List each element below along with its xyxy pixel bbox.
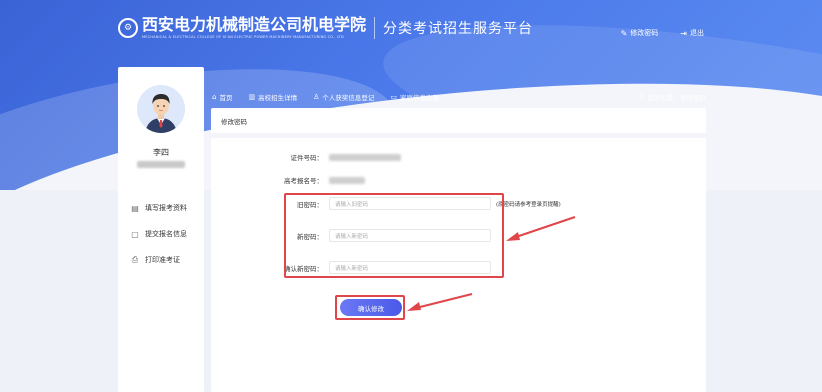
breadcrumb-label: 您的位置：修改密码 [647,94,707,102]
exam-no-value-redacted [329,176,365,184]
tab-label: 家庭信息完善 [399,94,439,102]
school-name: 西安电力机械制造公司机电学院 [142,15,367,34]
brand-divider [374,16,376,39]
school-name-en: MECHANICAL & ELECTRICAL COLLEGE OF XI'AN… [142,35,344,39]
sidebar-item-print-ticket[interactable]: ⎙ 打印准考证 [130,247,187,273]
tab-label: 首页 [219,94,233,102]
exam-no-row: 高考报名号： [211,175,365,185]
id-card-icon: ▤ [131,203,139,213]
sidebar: 李四 ▤ 填写报考资料 ▢ 提交报名信息 ⎙ 打印准考证 [118,67,204,392]
logout-icon: ⇥ [680,28,687,38]
sidebar-item-label: 打印准考证 [145,256,180,264]
id-number-value-redacted [329,153,401,161]
location-icon: ♙ [638,93,645,101]
avatar [137,85,185,133]
sidebar-item-fill-info[interactable]: ▤ 填写报考资料 [130,195,187,221]
divider [211,133,706,138]
logout-link[interactable]: ⇥ 退出 [680,28,704,38]
platform-name: 分类考试招生服务平台 [383,20,534,37]
top-nav: ⌂ 首页 ▥ 高校招生详情 ♙ 个人获奖信息登记 ▭ 家庭信息完善 ♙ 您的位置… [212,92,706,102]
old-password-hint: (原密码请参考登录页提醒) [496,201,561,208]
book-icon: ▥ [248,93,256,101]
form-icon: ▢ [131,229,139,239]
user-id-redacted [137,161,185,168]
brand: ⚙ 西安电力机械制造公司机电学院 MECHANICAL & ELECTRICAL… [118,16,533,39]
sidebar-item-label: 提交报名信息 [145,230,187,238]
home-icon: ⌂ [212,93,217,101]
breadcrumb: ♙ 您的位置：修改密码 [638,92,706,102]
sidebar-menu: ▤ 填写报考资料 ▢ 提交报名信息 ⎙ 打印准考证 [130,195,187,273]
logout-label: 退出 [690,29,704,37]
tab-admission-details[interactable]: ▥ 高校招生详情 [248,92,297,102]
sidebar-item-submit-info[interactable]: ▢ 提交报名信息 [130,221,187,247]
edit-icon: ✎ [620,28,628,38]
user-name: 李四 [153,148,169,157]
change-password-link[interactable]: ✎ 修改密码 [621,28,659,38]
tab-label: 个人获奖信息登记 [322,94,375,102]
tab-label: 高校招生详情 [258,94,298,102]
id-number-row: 证件号码： [211,152,401,162]
change-password-label: 修改密码 [630,29,659,37]
tab-family-info[interactable]: ▭ 家庭信息完善 [390,92,439,102]
header-actions: ✎ 修改密码 ⇥ 退出 [621,28,704,38]
sidebar-item-label: 填写报考资料 [145,204,187,212]
school-logo-icon: ⚙ [118,17,138,38]
exam-no-label: 高考报名号： [284,177,323,185]
annotation-box-fields [284,193,504,278]
id-number-label: 证件号码： [290,154,324,162]
page-title: 修改密码 [221,118,247,126]
family-icon: ▭ [390,93,397,101]
confirm-change-button[interactable]: 确认修改 [340,299,402,316]
printer-icon: ⎙ [131,255,139,264]
tab-home[interactable]: ⌂ 首页 [212,92,232,102]
user-icon: ♙ [313,93,320,101]
tab-awards[interactable]: ♙ 个人获奖信息登记 [313,92,374,102]
